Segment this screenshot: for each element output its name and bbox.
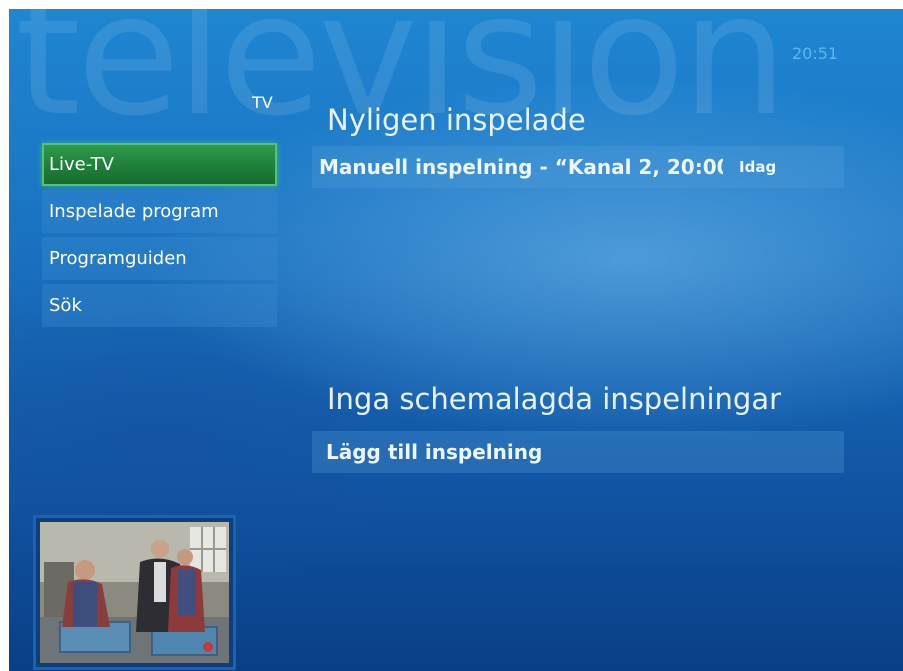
recording-title: Manuell inspelning - “Kanal 2, 20:00 — [319, 155, 723, 179]
recently-recorded-heading: Nyligen inspelade — [327, 103, 586, 137]
scheduled-recordings-heading: Inga schemalagda inspelningar — [327, 382, 782, 416]
live-tv-video-thumbnail-icon — [40, 522, 229, 663]
clock: 20:51 — [792, 44, 839, 63]
add-recording-label: Lägg till inspelning — [326, 440, 543, 464]
media-center-window: television 20:51 TV Live-TV Inspelade pr… — [9, 9, 903, 671]
menu-item-live-tv[interactable]: Live-TV — [42, 143, 277, 186]
recording-item[interactable]: Manuell inspelning - “Kanal 2, 20:00 Ida… — [312, 146, 844, 188]
add-recording-button[interactable]: Lägg till inspelning — [312, 431, 844, 473]
live-tv-preview[interactable] — [33, 515, 236, 670]
section-label: TV — [252, 93, 273, 112]
menu-item-program-guide[interactable]: Programguiden — [42, 237, 277, 280]
menu-item-search[interactable]: Sök — [42, 284, 277, 327]
tv-menu: Live-TV Inspelade program Programguiden … — [42, 143, 277, 331]
recording-date: Idag — [739, 158, 777, 176]
menu-item-recorded-programs[interactable]: Inspelade program — [42, 190, 277, 233]
